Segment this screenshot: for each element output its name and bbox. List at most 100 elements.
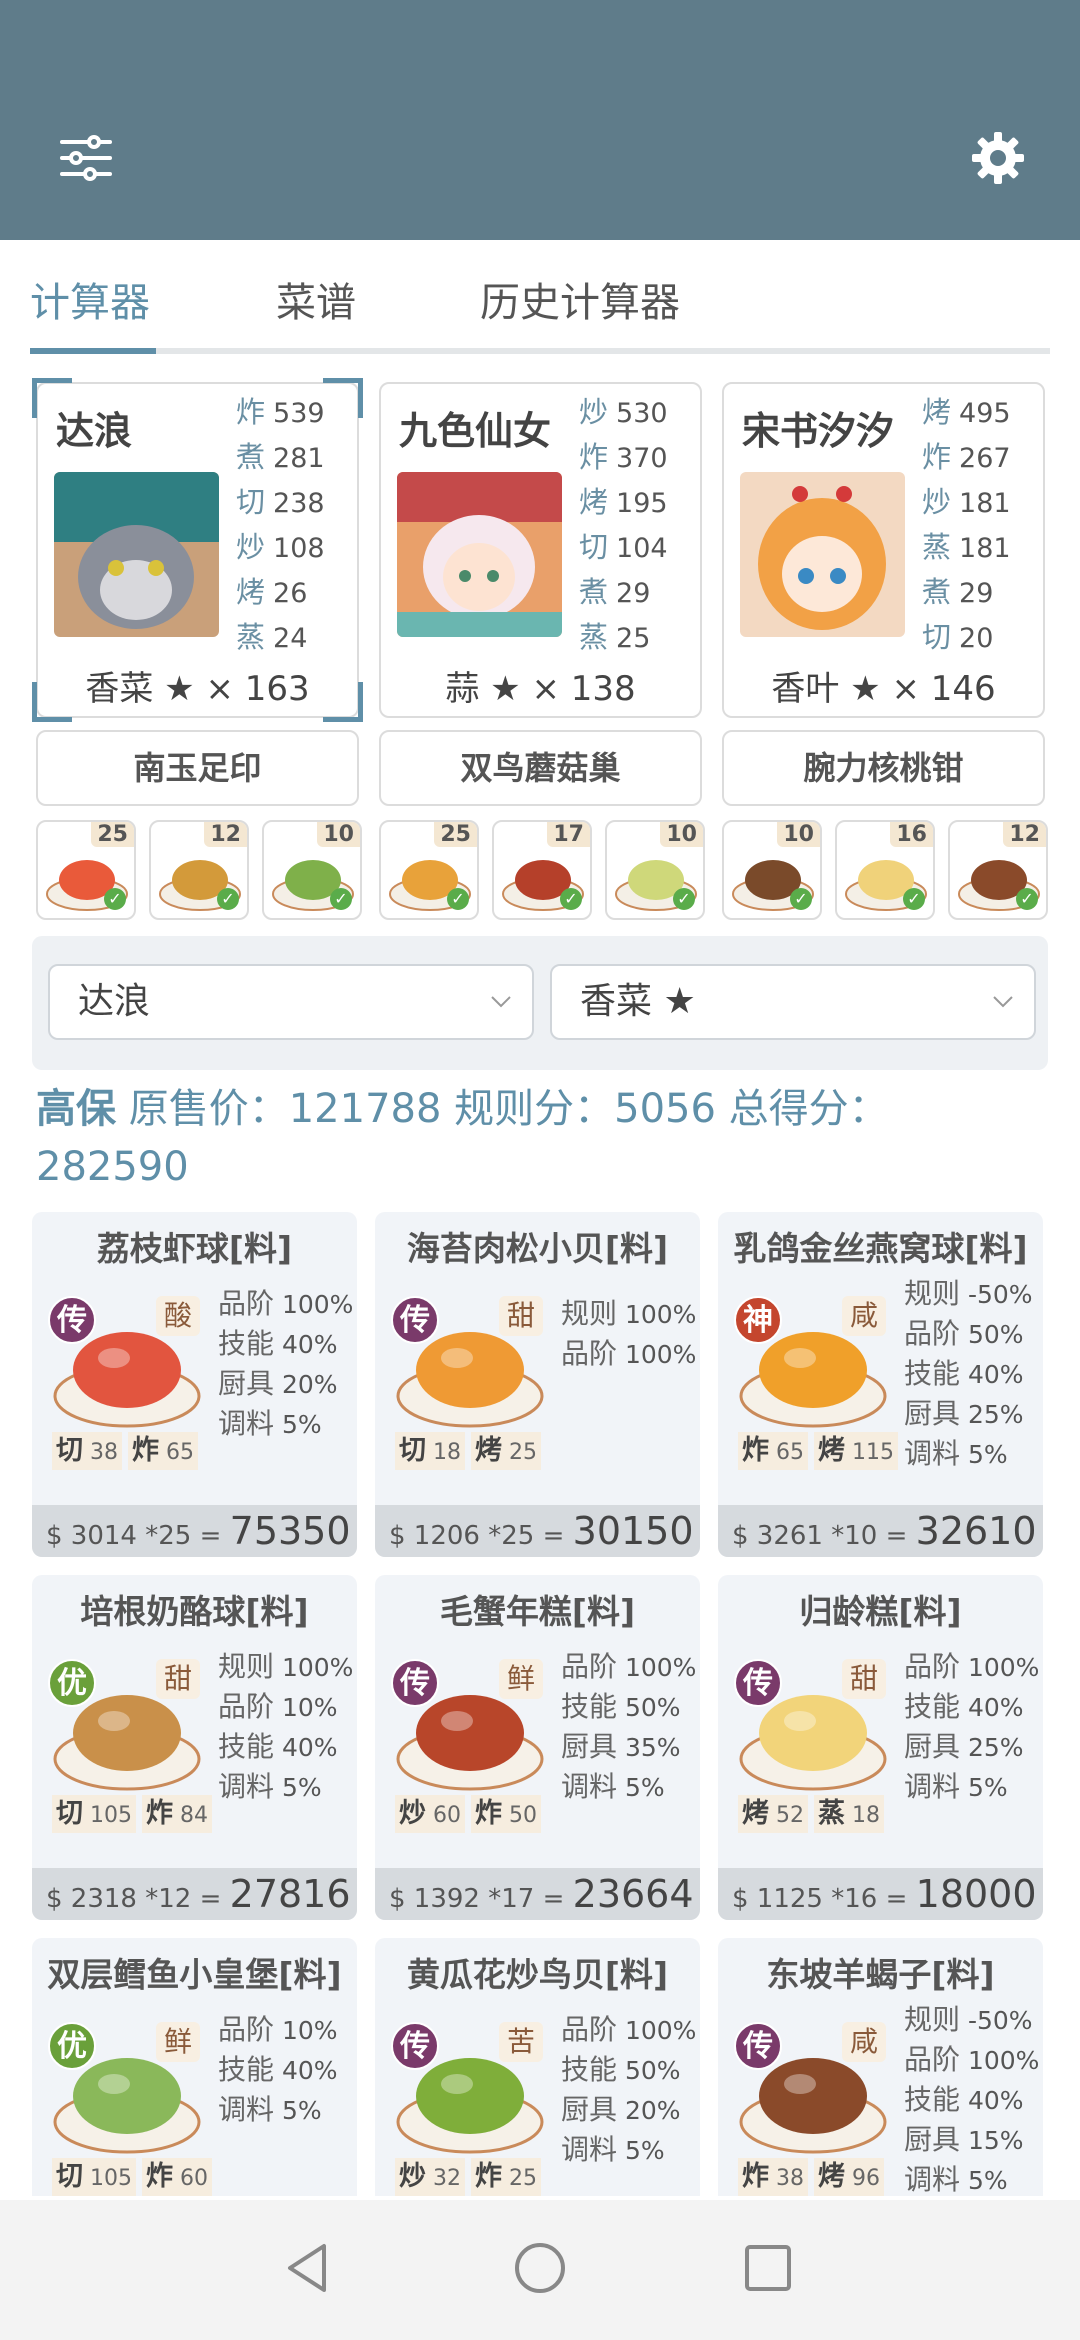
skill-requirement: 切 18 xyxy=(395,1432,465,1470)
recipe-title: 乳鸽金丝燕窝球[料] xyxy=(733,1229,1028,1268)
skill-requirement: 炒 60 xyxy=(395,1795,465,1833)
modifier-list: 规则 -50% 品阶 100% 技能 40% 厨具 15% 调料 5% xyxy=(904,2000,1042,2196)
price-row: $ 1125 *16 = 18000 xyxy=(718,1868,1043,1920)
modifier-row: 调料 5% xyxy=(218,2093,322,2126)
recipe-card[interactable]: 归龄糕[料] 传 甜品阶 100% 技能 40% 厨具 25% 调料 5% 烤 52 蒸 18… xyxy=(718,1575,1043,1920)
modifier-row: 厨具 35% xyxy=(561,1730,681,1763)
modifier-row: 品阶 100% xyxy=(904,2043,1040,2076)
back-triangle-icon[interactable] xyxy=(280,2238,340,2298)
price-row: $ 3014 *25 = 75350 xyxy=(32,1505,357,1557)
modifier-row: 调料 5% xyxy=(904,2163,1008,2196)
taste-badge: 鲜 xyxy=(156,2022,200,2062)
modifier-list: 品阶 100% 技能 40% 厨具 20% 调料 5% xyxy=(218,1284,356,1444)
rarity-badge: 传 xyxy=(391,1296,439,1344)
rarity-badge: 优 xyxy=(48,2022,96,2070)
recipe-title: 双层鳕鱼小皇堡[料] xyxy=(47,1955,342,1994)
skill-requirement: 炸 65 xyxy=(128,1432,198,1470)
skill-requirement: 切 38 xyxy=(52,1432,122,1470)
modifier-row: 规则 100% xyxy=(218,1650,354,1683)
price-formula: $ 1206 *25 = xyxy=(389,1521,565,1551)
modifier-list: 品阶 100% 技能 50% 厨具 35% 调料 5% xyxy=(561,1647,699,1807)
skill-requirements: 切 105 炸 84 xyxy=(52,1795,218,1833)
modifier-row: 品阶 100% xyxy=(561,1650,697,1683)
taste-badge: 甜 xyxy=(156,1659,200,1699)
price-formula: $ 3014 *25 = xyxy=(46,1521,222,1551)
rarity-badge: 传 xyxy=(734,2022,782,2070)
modifier-row: 品阶 10% xyxy=(218,2013,338,2046)
modifier-row: 规则 -50% xyxy=(904,1277,1033,1310)
recipe-card[interactable]: 海苔肉松小贝[料] 传 甜规则 100% 品阶 100% 切 18 烤 25 $ 1206 … xyxy=(375,1212,700,1557)
taste-badge: 鲜 xyxy=(499,1659,543,1699)
rarity-badge: 神 xyxy=(734,1296,782,1344)
home-circle-icon[interactable] xyxy=(510,2238,570,2298)
recipe-card[interactable]: 双层鳕鱼小皇堡[料] 优鲜品阶 10% 技能 40% 调料 5% 切 105 炸 60 xyxy=(32,1938,357,2196)
price-row: $ 1206 *25 = 30150 xyxy=(375,1505,700,1557)
price-row: $ 2318 *12 = 27816 xyxy=(32,1868,357,1920)
modifier-row: 厨具 25% xyxy=(904,1730,1024,1763)
skill-requirement: 炸 38 xyxy=(738,2158,808,2196)
skill-requirement: 蒸 18 xyxy=(814,1795,884,1833)
modifier-row: 规则 100% xyxy=(561,1297,697,1330)
modifier-row: 品阶 100% xyxy=(561,1337,697,1370)
skill-requirement: 切 105 xyxy=(52,1795,136,1833)
price-row: $ 1392 *17 = 23664 xyxy=(375,1868,700,1920)
recipe-title: 黄瓜花炒鸟贝[料] xyxy=(406,1955,669,1994)
modifier-list: 规则 -50% 品阶 50% 技能 40% 厨具 25% 调料 5% xyxy=(904,1274,1042,1474)
rarity-badge: 传 xyxy=(391,1659,439,1707)
modifier-row: 厨具 20% xyxy=(561,2093,681,2126)
rarity-badge: 传 xyxy=(734,1659,782,1707)
modifier-row: 品阶 50% xyxy=(904,1317,1024,1350)
taste-badge: 甜 xyxy=(499,1296,543,1336)
taste-badge: 甜 xyxy=(842,1659,886,1699)
recipe-card[interactable]: 荔枝虾球[料] 传 酸品阶 100% 技能 40% 厨具 20% 调料 5% 切 38 炸 6… xyxy=(32,1212,357,1557)
modifier-row: 厨具 20% xyxy=(218,1367,338,1400)
recipe-title: 培根奶酪球[料] xyxy=(80,1592,309,1631)
recipe-title: 归龄糕[料] xyxy=(799,1592,962,1631)
modifier-row: 品阶 100% xyxy=(218,1287,354,1320)
skill-requirement: 烤 25 xyxy=(471,1432,541,1470)
modifier-list: 规则 100% 品阶 10% 技能 40% 调料 5% xyxy=(218,1647,356,1807)
modifier-row: 技能 40% xyxy=(218,1730,338,1763)
modifier-row: 技能 40% xyxy=(218,1327,338,1360)
modifier-row: 规则 -50% xyxy=(904,2003,1033,2036)
recipe-title: 毛蟹年糕[料] xyxy=(439,1592,636,1631)
skill-requirement: 炸 50 xyxy=(471,1795,541,1833)
recents-square-icon[interactable] xyxy=(738,2238,798,2298)
recipe-title: 海苔肉松小贝[料] xyxy=(406,1229,669,1268)
skill-requirement: 烤 115 xyxy=(814,1432,898,1470)
skill-requirements: 切 105 炸 60 xyxy=(52,2158,218,2196)
recipe-total: 18000 xyxy=(915,1872,1037,1916)
modifier-list: 品阶 100% 技能 50% 厨具 20% 调料 5% xyxy=(561,2010,699,2170)
skill-requirement: 切 105 xyxy=(52,2158,136,2196)
recipe-card[interactable]: 东坡羊蝎子[料] 传 咸规则 -50% 品阶 100% 技能 40% 厨具 15% 调料 5… xyxy=(718,1938,1043,2196)
recipe-card[interactable]: 培根奶酪球[料] 优甜规则 100% 品阶 10% 技能 40% 调料 5% 切 105 炸… xyxy=(32,1575,357,1920)
modifier-row: 技能 40% xyxy=(904,2083,1024,2116)
skill-requirement: 炸 60 xyxy=(142,2158,212,2196)
recipe-total: 75350 xyxy=(229,1509,351,1553)
modifier-list: 规则 100% 品阶 100% xyxy=(561,1294,699,1374)
modifier-row: 调料 5% xyxy=(561,1770,665,1803)
recipe-card[interactable]: 黄瓜花炒鸟贝[料] 传 苦品阶 100% 技能 50% 厨具 20% 调料 5% 炒 32 炸… xyxy=(375,1938,700,2196)
skill-requirements: 炒 60 炸 50 xyxy=(395,1795,547,1833)
recipe-card[interactable]: 毛蟹年糕[料] 传 鲜品阶 100% 技能 50% 厨具 35% 调料 5% 炒 60 炸 5… xyxy=(375,1575,700,1920)
modifier-row: 技能 40% xyxy=(218,2053,338,2086)
skill-requirement: 炸 65 xyxy=(738,1432,808,1470)
modifier-row: 技能 40% xyxy=(904,1357,1024,1390)
modifier-list: 品阶 10% 技能 40% 调料 5% xyxy=(218,2010,356,2130)
modifier-row: 品阶 10% xyxy=(218,1690,338,1723)
recipe-total: 23664 xyxy=(572,1872,694,1916)
skill-requirement: 炸 25 xyxy=(471,2158,541,2196)
taste-badge: 苦 xyxy=(499,2022,543,2062)
modifier-row: 厨具 25% xyxy=(904,1397,1024,1430)
price-row: $ 3261 *10 = 32610 xyxy=(718,1505,1043,1557)
recipe-grid: 荔枝虾球[料] 传酸品阶 100% 技能 40% 厨具 20% 调料 5% 切 38 炸 6… xyxy=(0,0,1080,2196)
recipe-total: 27816 xyxy=(229,1872,351,1916)
skill-requirement: 炒 32 xyxy=(395,2158,465,2196)
system-navbar xyxy=(0,2200,1080,2340)
skill-requirement: 烤 96 xyxy=(814,2158,884,2196)
modifier-row: 技能 50% xyxy=(561,1690,681,1723)
price-formula: $ 2318 *12 = xyxy=(46,1884,222,1914)
skill-requirements: 切 38 炸 65 xyxy=(52,1432,204,1470)
taste-badge: 酸 xyxy=(156,1296,200,1336)
recipe-card[interactable]: 乳鸽金丝燕窝球[料] 神 咸规则 -50% 品阶 50% 技能 40% 厨具 25% 调料 … xyxy=(718,1212,1043,1557)
